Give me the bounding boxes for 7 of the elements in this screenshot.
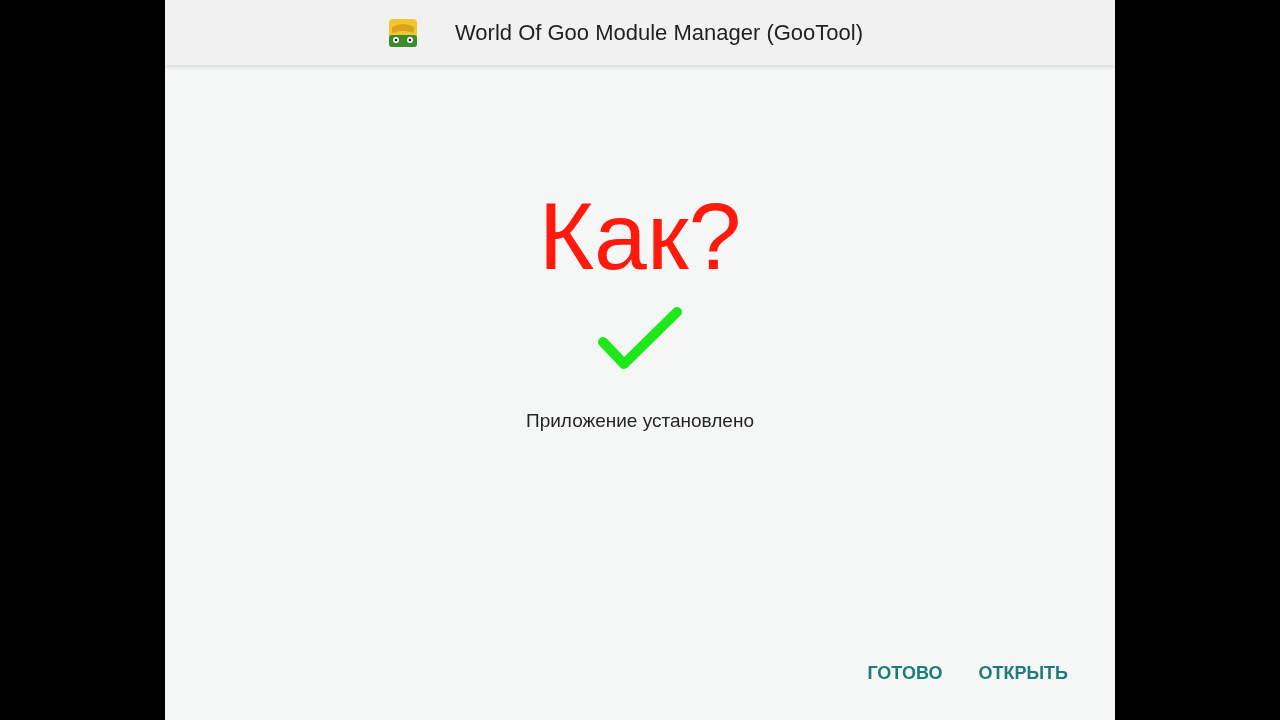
check-icon	[598, 307, 682, 371]
text-button[interactable]: ОТКРЫТЬ	[970, 653, 1076, 693]
app-title: World Of Goo Module Manager (GooTool)	[455, 19, 863, 47]
install-status-message: Приложение установлено	[526, 409, 754, 433]
text-button[interactable]: ГОТОВО	[859, 653, 951, 693]
app-icon	[389, 18, 417, 47]
overlay-caption: Как?	[538, 189, 742, 284]
